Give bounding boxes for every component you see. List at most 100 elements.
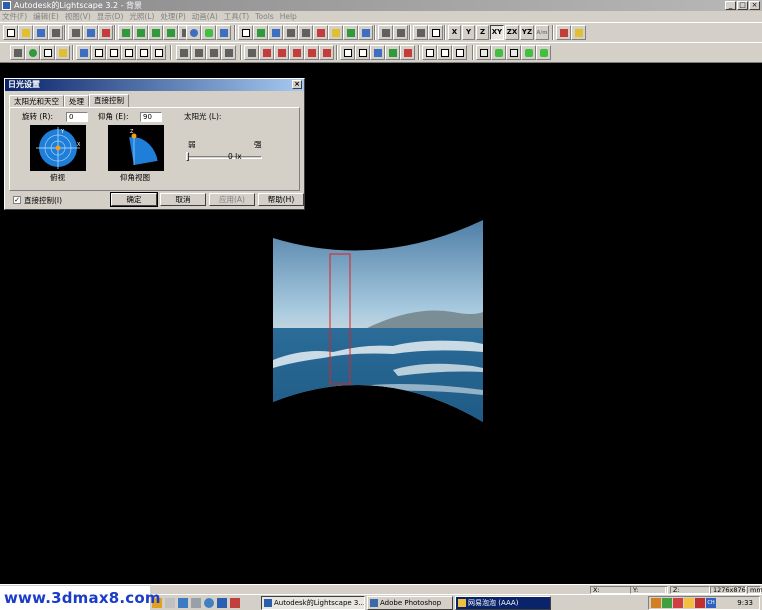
snap-icon[interactable] bbox=[556, 25, 571, 40]
zoom-window-icon[interactable] bbox=[298, 25, 313, 40]
select-layer-icon[interactable] bbox=[133, 25, 148, 40]
task-lightscape[interactable]: Autodesk的Lightscape 3.... bbox=[261, 596, 365, 610]
cube-green-1-icon[interactable] bbox=[491, 45, 506, 60]
plane-xy-button[interactable]: XY bbox=[490, 25, 504, 40]
pencil-icon[interactable] bbox=[571, 25, 586, 40]
rotate-icon[interactable] bbox=[428, 25, 443, 40]
select-surface-icon[interactable] bbox=[118, 25, 133, 40]
menu-display[interactable]: 显示(D) bbox=[97, 11, 124, 22]
cube-view-5-icon[interactable] bbox=[136, 45, 151, 60]
cube-grey-2-icon[interactable] bbox=[506, 45, 521, 60]
doc-4-icon[interactable] bbox=[437, 45, 452, 60]
arrow-select-icon[interactable] bbox=[244, 45, 259, 60]
menu-edit[interactable]: 编辑(E) bbox=[33, 11, 59, 22]
tab-direct-control[interactable]: 直接控制 bbox=[89, 94, 129, 107]
task-photoshop[interactable]: Adobe Photoshop bbox=[367, 596, 453, 610]
plane-yz-button[interactable]: YZ bbox=[520, 25, 534, 40]
figure-icon[interactable] bbox=[221, 45, 236, 60]
plane-zx-button[interactable]: ZX bbox=[505, 25, 519, 40]
walk-icon[interactable] bbox=[328, 25, 343, 40]
cube-view-3-icon[interactable] bbox=[106, 45, 121, 60]
zoom-icon[interactable] bbox=[283, 25, 298, 40]
elevation-field[interactable]: 90 bbox=[140, 112, 162, 122]
elevation-view-dial[interactable]: Z bbox=[108, 125, 164, 171]
arrow-edit-icon[interactable] bbox=[259, 45, 274, 60]
task-popo[interactable]: 网易泡泡 (AAA) bbox=[455, 596, 551, 610]
select-luminaire-icon[interactable] bbox=[163, 25, 178, 40]
dolly-icon[interactable] bbox=[313, 25, 328, 40]
menu-file[interactable]: 文件(F) bbox=[2, 11, 27, 22]
tray-1-icon[interactable] bbox=[651, 598, 661, 608]
tray-language-icon[interactable]: CH bbox=[706, 598, 716, 608]
new-file-icon[interactable] bbox=[3, 25, 18, 40]
move-icon[interactable] bbox=[413, 25, 428, 40]
help-button[interactable]: 帮助(H) bbox=[258, 193, 304, 206]
luminaires-icon[interactable] bbox=[55, 45, 70, 60]
stand-person-icon[interactable] bbox=[191, 45, 206, 60]
cube-view-6-icon[interactable] bbox=[151, 45, 166, 60]
camera-icon[interactable] bbox=[393, 25, 408, 40]
menu-light[interactable]: 光照(L) bbox=[129, 11, 154, 22]
menu-tools[interactable]: Tools bbox=[255, 11, 273, 22]
cancel-button[interactable]: 取消 bbox=[160, 193, 206, 206]
help-icon[interactable] bbox=[83, 25, 98, 40]
quicklaunch-7-icon[interactable] bbox=[230, 598, 240, 608]
quicklaunch-5-icon[interactable] bbox=[204, 598, 214, 608]
doc-5-icon[interactable] bbox=[452, 45, 467, 60]
zoom-select-icon[interactable] bbox=[274, 45, 289, 60]
apply-button[interactable]: 应用(A) bbox=[209, 193, 255, 206]
tray-3-icon[interactable] bbox=[673, 598, 683, 608]
image-icon[interactable] bbox=[216, 25, 231, 40]
tab-sun-sky[interactable]: 太阳光和天空 bbox=[9, 95, 64, 107]
run-person-icon[interactable] bbox=[206, 45, 221, 60]
pointer-2-icon[interactable] bbox=[385, 45, 400, 60]
tray-2-icon[interactable] bbox=[662, 598, 672, 608]
quicklaunch-2-icon[interactable] bbox=[165, 598, 175, 608]
zoom-material-icon[interactable] bbox=[319, 45, 334, 60]
top-view-dial[interactable]: Y X bbox=[30, 125, 86, 171]
rotation-field[interactable]: 0 bbox=[66, 112, 88, 122]
quicklaunch-6-icon[interactable] bbox=[217, 598, 227, 608]
materials-icon[interactable] bbox=[25, 45, 40, 60]
ok-button[interactable]: 确定 bbox=[110, 192, 158, 207]
look-icon[interactable] bbox=[343, 25, 358, 40]
save-icon[interactable] bbox=[33, 25, 48, 40]
cube-green-2-icon[interactable] bbox=[521, 45, 536, 60]
doc-2-icon[interactable] bbox=[355, 45, 370, 60]
close-button[interactable]: × bbox=[749, 1, 760, 10]
pan-icon[interactable] bbox=[268, 25, 283, 40]
layers-icon[interactable] bbox=[10, 45, 25, 60]
tab-process[interactable]: 处理 bbox=[64, 95, 89, 107]
axis-y-button[interactable]: Y bbox=[462, 25, 475, 40]
tray-4-icon[interactable] bbox=[684, 598, 694, 608]
menu-view[interactable]: 视图(V) bbox=[65, 11, 91, 22]
orbit-icon[interactable] bbox=[253, 25, 268, 40]
zoom-extent-icon[interactable] bbox=[238, 25, 253, 40]
cube-grey-1-icon[interactable] bbox=[476, 45, 491, 60]
zoom-in-icon[interactable] bbox=[378, 25, 393, 40]
cube-view-4-icon[interactable] bbox=[121, 45, 136, 60]
maximize-button[interactable]: □ bbox=[737, 1, 748, 10]
doc-3-icon[interactable] bbox=[422, 45, 437, 60]
doc-1-icon[interactable] bbox=[340, 45, 355, 60]
rotate-view-icon[interactable] bbox=[358, 25, 373, 40]
axis-am-button[interactable]: A/m bbox=[535, 25, 549, 40]
globe-icon[interactable] bbox=[186, 25, 201, 40]
render-icon[interactable] bbox=[201, 25, 216, 40]
dialog-close-button[interactable]: × bbox=[292, 80, 302, 89]
walk-person-icon[interactable] bbox=[176, 45, 191, 60]
menu-process[interactable]: 处理(P) bbox=[160, 11, 185, 22]
cube-view-1-icon[interactable] bbox=[76, 45, 91, 60]
cube-view-2-icon[interactable] bbox=[91, 45, 106, 60]
axis-x-button[interactable]: X bbox=[448, 25, 461, 40]
open-file-icon[interactable] bbox=[18, 25, 33, 40]
context-help-icon[interactable] bbox=[98, 25, 113, 40]
zoom-layer-icon[interactable] bbox=[289, 45, 304, 60]
minimize-button[interactable]: _ bbox=[725, 1, 736, 10]
cube-green-3-icon[interactable] bbox=[536, 45, 551, 60]
quicklaunch-4-icon[interactable] bbox=[191, 598, 201, 608]
pointer-3-icon[interactable] bbox=[400, 45, 415, 60]
zoom-block-icon[interactable] bbox=[304, 45, 319, 60]
print-icon[interactable] bbox=[68, 25, 83, 40]
menu-tools-cn[interactable]: 工具(T) bbox=[224, 11, 249, 22]
